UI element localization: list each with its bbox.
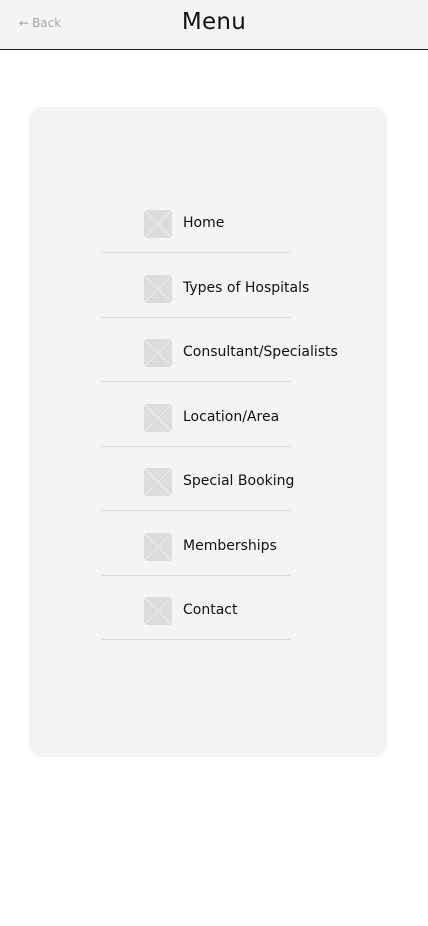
menu-item-label: Location/Area bbox=[183, 409, 280, 425]
placeholder-image-icon bbox=[144, 339, 172, 367]
placeholder-image-icon bbox=[144, 404, 172, 432]
menu-item-memberships[interactable]: Memberships bbox=[102, 511, 290, 576]
menu-item-location-area[interactable]: Location/Area bbox=[102, 382, 290, 447]
menu-item-types-of-hospitals[interactable]: Types of Hospitals bbox=[102, 253, 309, 318]
menu-item-home[interactable]: Home bbox=[102, 188, 290, 253]
page-title: Menu bbox=[181, 9, 247, 35]
placeholder-image-icon bbox=[144, 210, 172, 238]
menu-item-consultant-specialists[interactable]: Consultant/Specialists bbox=[102, 317, 338, 382]
menu-item-label: Consultant/Specialists bbox=[183, 344, 338, 360]
placeholder-image-icon bbox=[144, 597, 172, 625]
menu-item-label: Special Booking bbox=[183, 473, 295, 489]
app-header: ← Back Menu bbox=[0, 0, 428, 50]
menu-panel: Home Types of Hospitals Consultant/Speci… bbox=[29, 107, 387, 757]
menu-item-label: Home bbox=[183, 215, 225, 231]
menu-item-special-booking[interactable]: Special Booking bbox=[102, 446, 294, 511]
placeholder-image-icon bbox=[144, 468, 172, 496]
divider bbox=[102, 639, 290, 640]
menu-item-label: Memberships bbox=[183, 538, 277, 554]
menu-item-contact[interactable]: Contact bbox=[102, 575, 290, 640]
menu-item-label: Types of Hospitals bbox=[183, 280, 310, 296]
placeholder-image-icon bbox=[144, 533, 172, 561]
placeholder-image-icon bbox=[144, 275, 172, 303]
menu-item-label: Contact bbox=[183, 602, 238, 618]
